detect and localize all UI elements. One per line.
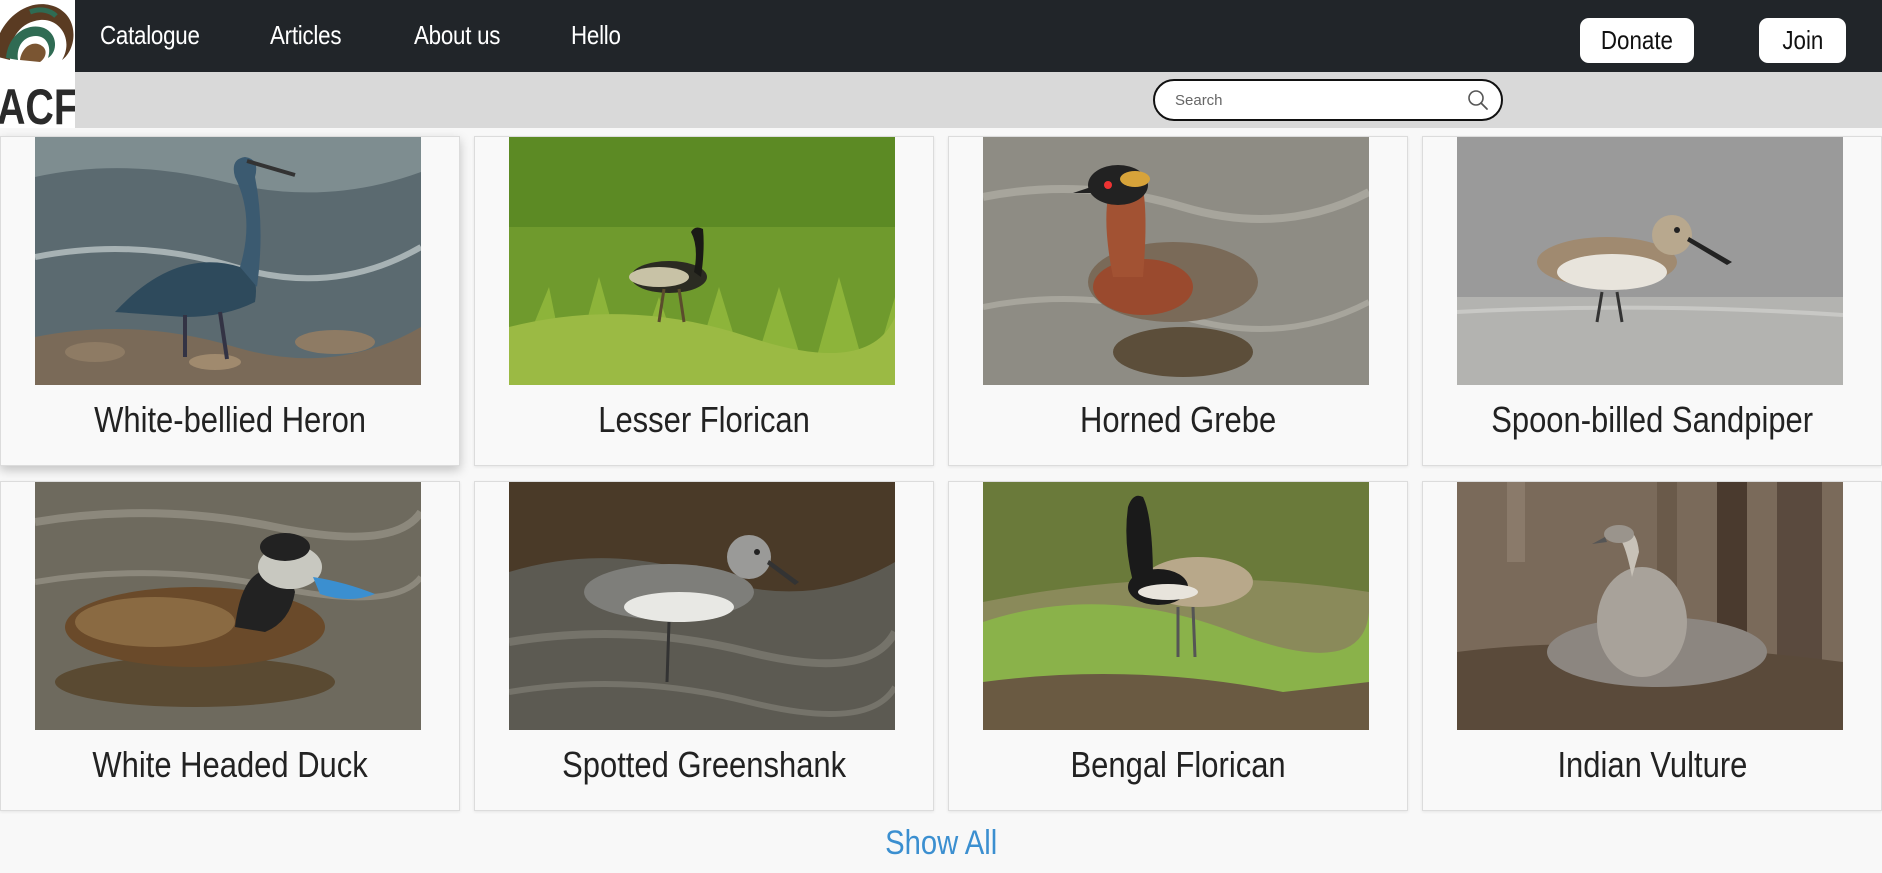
show-all-link[interactable]: Show All <box>885 824 997 863</box>
bird-name: Spoon-billed Sandpiper <box>1491 399 1813 440</box>
duck-photo-icon <box>35 482 421 730</box>
bird-card-spoon-billed-sandpiper[interactable]: Spoon-billed Sandpiper <box>1422 136 1882 466</box>
bird-name: Spotted Greenshank <box>561 744 846 785</box>
site-logo[interactable]: IACF <box>0 0 75 128</box>
donate-button-label: Donate <box>1600 25 1674 55</box>
bird-photo <box>35 137 421 385</box>
bird-card-lesser-florican[interactable]: Lesser Florican <box>474 136 934 466</box>
bird-photo <box>983 137 1369 385</box>
bird-name: Bengal Florican <box>1070 744 1286 785</box>
bird-card-white-headed-duck[interactable]: White Headed Duck <box>0 481 460 811</box>
bird-name: White-bellied Heron <box>94 399 366 440</box>
bird-photo <box>983 482 1369 730</box>
sandpiper-photo-icon <box>1457 137 1843 385</box>
bird-name: White Headed Duck <box>92 744 368 785</box>
donate-button[interactable]: Donate <box>1580 18 1694 63</box>
bird-card-indian-vulture[interactable]: Indian Vulture <box>1422 481 1882 811</box>
search-box[interactable] <box>1153 79 1503 121</box>
nav-link-articles[interactable]: Articles <box>270 20 342 51</box>
search-strip <box>0 72 1882 128</box>
search-icon[interactable] <box>1467 89 1489 111</box>
search-input[interactable] <box>1175 90 1455 110</box>
logo-text: IACF <box>0 79 75 128</box>
bird-card-white-bellied-heron[interactable]: White-bellied Heron <box>0 136 460 466</box>
bird-card-horned-grebe[interactable]: Horned Grebe <box>948 136 1408 466</box>
bird-photo <box>509 482 895 730</box>
top-navbar: Catalogue Articles About us Hello Donate… <box>0 0 1882 72</box>
logo-emblem-icon <box>0 4 74 62</box>
bird-photo <box>509 137 895 385</box>
bengal-florican-photo-icon <box>983 482 1369 730</box>
bird-card-spotted-greenshank[interactable]: Spotted Greenshank <box>474 481 934 811</box>
bird-card-bengal-florican[interactable]: Bengal Florican <box>948 481 1408 811</box>
join-button[interactable]: Join <box>1759 18 1846 63</box>
show-all-container: Show All <box>0 824 1882 863</box>
greenshank-photo-icon <box>509 482 895 730</box>
vulture-photo-icon <box>1457 482 1843 730</box>
nav-link-about-us[interactable]: About us <box>414 20 500 51</box>
florican-photo-icon <box>509 137 895 385</box>
bird-name: Horned Grebe <box>1079 399 1277 440</box>
bird-photo <box>1457 482 1843 730</box>
bird-name: Indian Vulture <box>1557 744 1747 785</box>
bird-photo <box>35 482 421 730</box>
heron-photo-icon <box>35 137 421 385</box>
bird-name: Lesser Florican <box>598 399 810 440</box>
bird-photo <box>1457 137 1843 385</box>
nav-link-hello[interactable]: Hello <box>571 20 621 51</box>
nav-link-catalogue[interactable]: Catalogue <box>100 20 200 51</box>
join-button-label: Join <box>1781 25 1824 55</box>
grebe-photo-icon <box>983 137 1369 385</box>
